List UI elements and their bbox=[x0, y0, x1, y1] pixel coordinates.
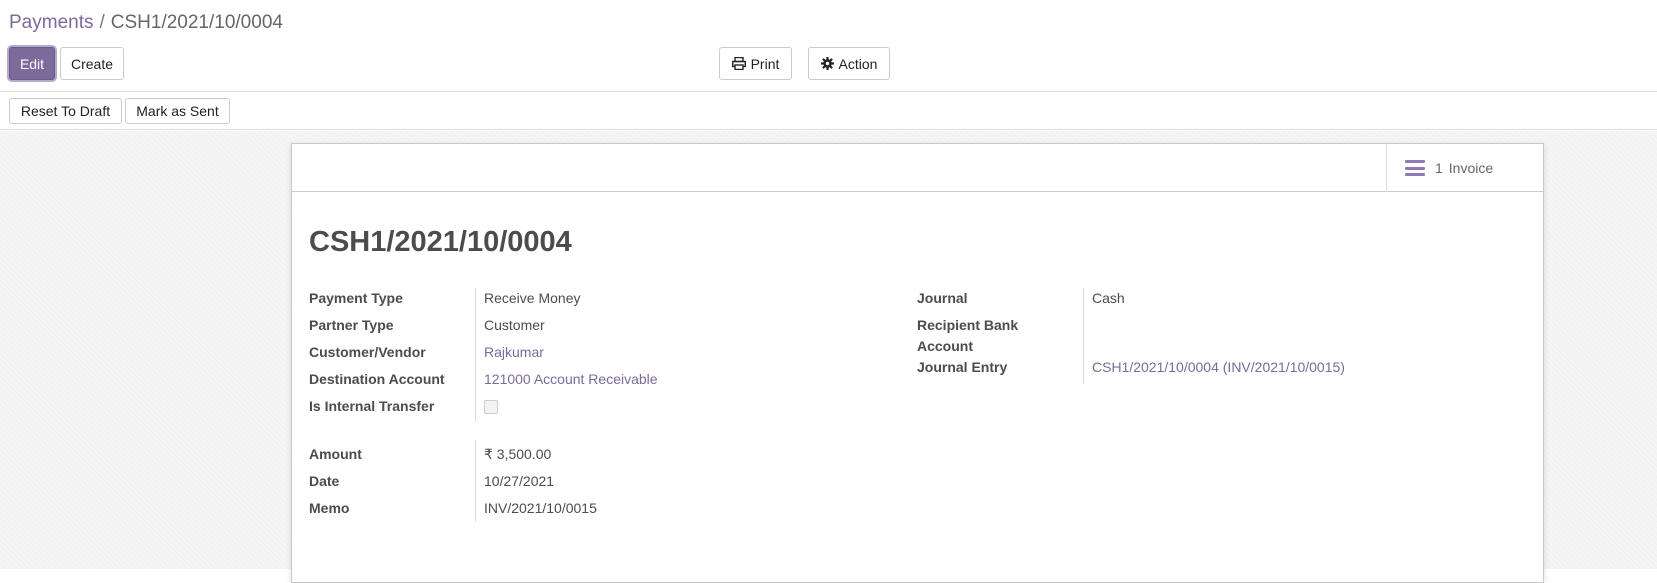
print-button-label: Print bbox=[750, 55, 780, 72]
journal-entry-label: Journal Entry bbox=[917, 359, 1008, 375]
control-panel: Payments / CSH1/2021/10/0004 Edit Create P… bbox=[0, 0, 1657, 92]
mark-as-sent-label: Mark as Sent bbox=[136, 103, 219, 119]
field-separator bbox=[475, 288, 476, 422]
payment-type-label: Payment Type bbox=[309, 290, 403, 306]
memo-value: INV/2021/10/0015 bbox=[484, 500, 597, 516]
invoice-smart-button[interactable]: 1 Invoice bbox=[1386, 144, 1543, 192]
action-button-label: Action bbox=[838, 55, 878, 72]
create-button-label: Create bbox=[70, 55, 114, 72]
journal-label: Journal bbox=[917, 290, 968, 306]
partner-type-value: Customer bbox=[484, 317, 545, 333]
destination-account-link[interactable]: 121000 Account Receivable bbox=[484, 371, 658, 387]
recipient-bank-account-label-line2: Account bbox=[917, 338, 973, 354]
amount-label: Amount bbox=[309, 446, 362, 462]
record-title: CSH1/2021/10/0004 bbox=[309, 226, 572, 258]
internal-transfer-label: Is Internal Transfer bbox=[309, 398, 435, 414]
date-value: 10/27/2021 bbox=[484, 473, 555, 489]
customer-vendor-link[interactable]: Rajkumar bbox=[484, 344, 544, 360]
amount-value: ₹ 3,500.00 bbox=[484, 446, 552, 462]
invoice-count: 1 bbox=[1435, 160, 1443, 176]
print-icon bbox=[731, 57, 746, 70]
gear-icon bbox=[820, 57, 834, 70]
field-separator bbox=[475, 440, 476, 522]
edit-button-label: Edit bbox=[19, 55, 45, 72]
reset-to-draft-label: Reset To Draft bbox=[20, 103, 111, 119]
smart-button-box: 1 Invoice bbox=[292, 144, 1543, 192]
action-button[interactable]: Action bbox=[808, 47, 890, 80]
edit-button[interactable]: Edit bbox=[9, 47, 55, 80]
journal-entry-link[interactable]: CSH1/2021/10/0004 (INV/2021/10/0015) bbox=[1092, 359, 1345, 375]
breadcrumb-payments-link[interactable]: Payments bbox=[9, 12, 93, 33]
destination-account-label: Destination Account bbox=[309, 371, 445, 387]
memo-label: Memo bbox=[309, 500, 350, 516]
recipient-bank-account-label-line1: Recipient Bank bbox=[917, 317, 1019, 333]
partner-type-label: Partner Type bbox=[309, 317, 394, 333]
breadcrumb-current: CSH1/2021/10/0004 bbox=[110, 12, 283, 33]
breadcrumb-separator: / bbox=[99, 12, 105, 33]
form-sheet: 1 Invoice CSH1/2021/10/0004 Payment Type… bbox=[291, 143, 1544, 583]
internal-transfer-checkbox[interactable] bbox=[484, 400, 498, 414]
print-button[interactable]: Print bbox=[719, 47, 792, 80]
mark-as-sent-button[interactable]: Mark as Sent bbox=[125, 98, 230, 124]
list-icon bbox=[1405, 160, 1425, 176]
journal-value: Cash bbox=[1092, 290, 1125, 306]
field-separator bbox=[1083, 288, 1084, 384]
reset-to-draft-button[interactable]: Reset To Draft bbox=[9, 98, 122, 124]
invoice-label: Invoice bbox=[1448, 160, 1494, 176]
statusbar: Reset To Draft Mark as Sent bbox=[0, 93, 1657, 130]
payment-type-value: Receive Money bbox=[484, 290, 581, 306]
create-button[interactable]: Create bbox=[60, 47, 124, 80]
date-label: Date bbox=[309, 473, 340, 489]
breadcrumb: Payments / CSH1/2021/10/0004 bbox=[9, 12, 283, 34]
customer-vendor-label: Customer/Vendor bbox=[309, 344, 426, 360]
